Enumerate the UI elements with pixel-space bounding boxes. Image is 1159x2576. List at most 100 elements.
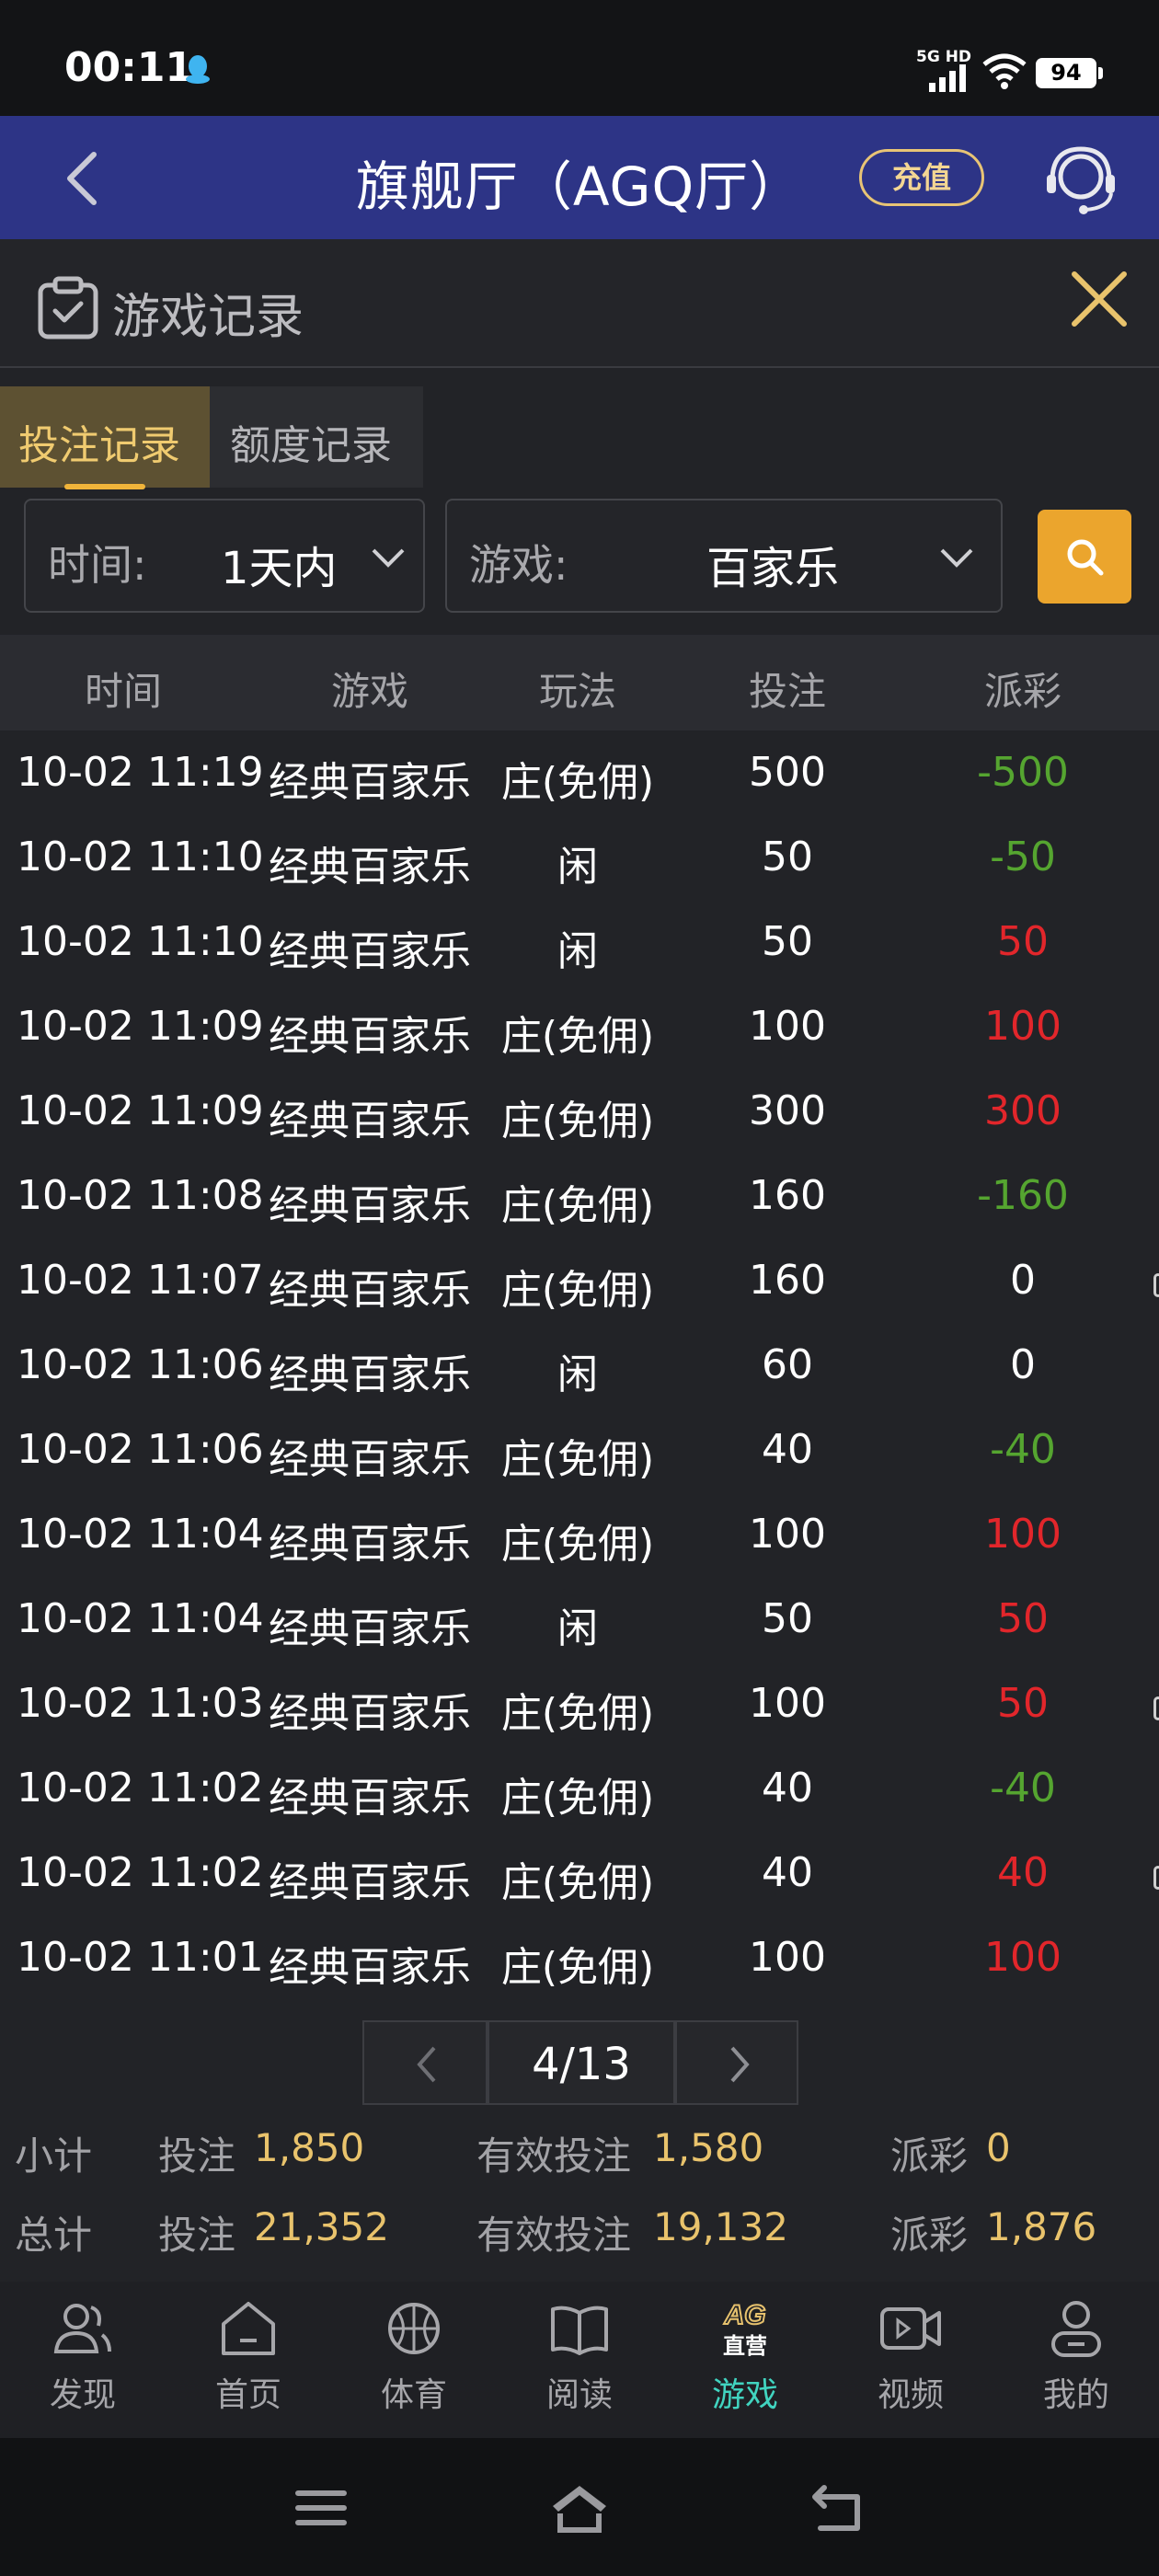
cell-payout: 50 xyxy=(997,1595,1049,1642)
search-button[interactable] xyxy=(1038,510,1131,604)
time-filter-value: 1天内 xyxy=(221,543,338,594)
ag-badge-subtext: 直营 xyxy=(723,2333,767,2359)
cell-bet: 40 xyxy=(762,1426,813,1473)
cell-time: 10-02 11:09 xyxy=(17,1003,264,1050)
people-icon xyxy=(53,2304,111,2353)
table-row: 10-02 11:08 经典百家乐 庄(免佣) 160 -160 xyxy=(0,1156,1159,1240)
chevron-down-icon xyxy=(940,548,973,568)
nav-item-games[interactable]: AG 直营 游戏 xyxy=(676,2296,814,2425)
nav-item-video[interactable]: 视频 xyxy=(842,2296,980,2425)
cell-play: 庄(免佣) xyxy=(500,1013,655,1060)
cell-play: 庄(免佣) xyxy=(500,1859,655,1906)
back-button-icon[interactable] xyxy=(806,2480,870,2536)
cell-game: 经典百家乐 xyxy=(269,1859,471,1906)
cell-time: 10-02 11:09 xyxy=(17,1087,264,1134)
cell-time: 10-02 11:04 xyxy=(17,1511,264,1558)
detail-indicator xyxy=(1153,1866,1159,1890)
next-page-button[interactable] xyxy=(675,2020,798,2105)
cell-game: 经典百家乐 xyxy=(269,1605,471,1652)
cell-play: 庄(免佣) xyxy=(500,1521,655,1568)
nav-label-profile: 我的 xyxy=(1042,2376,1109,2414)
cell-game: 经典百家乐 xyxy=(269,928,471,975)
cell-bet: 50 xyxy=(762,1595,813,1642)
cell-play: 庄(免佣) xyxy=(500,759,655,806)
column-header-payout: 派彩 xyxy=(983,669,1062,714)
table-row: 10-02 11:19 经典百家乐 庄(免佣) 500 -500 xyxy=(0,732,1159,817)
video-icon xyxy=(880,2307,941,2350)
cell-payout: 100 xyxy=(984,1003,1061,1050)
prev-page-button[interactable] xyxy=(362,2020,488,2105)
page-title: 旗舰厅（AGQ厅） xyxy=(355,155,804,218)
cell-game: 经典百家乐 xyxy=(269,1182,471,1229)
menu-icon[interactable] xyxy=(289,2480,353,2536)
clipboard-check-icon xyxy=(38,276,98,339)
tab-bet-records-label: 投注记录 xyxy=(18,422,180,469)
cell-payout: -40 xyxy=(990,1426,1056,1473)
table-row: 10-02 11:04 经典百家乐 闲 50 50 xyxy=(0,1579,1159,1663)
cell-bet: 500 xyxy=(749,749,826,796)
cell-play: 庄(免佣) xyxy=(500,1775,655,1822)
customer-service-icon[interactable] xyxy=(1043,144,1119,215)
table-row: 10-02 11:09 经典百家乐 庄(免佣) 300 300 xyxy=(0,1071,1159,1156)
column-header-play: 玩法 xyxy=(538,669,617,714)
home-icon xyxy=(222,2302,275,2355)
tab-quota-records[interactable]: 额度记录 xyxy=(210,386,423,488)
nav-label-games: 游戏 xyxy=(711,2376,778,2414)
table-row: 10-02 11:01 经典百家乐 庄(免佣) 100 100 xyxy=(0,1917,1159,2002)
cell-play: 闲 xyxy=(557,844,598,891)
cell-bet: 50 xyxy=(762,834,813,880)
subtotal-valid-label: 有效投注 xyxy=(476,2133,632,2179)
nav-item-discover[interactable]: 发现 xyxy=(14,2296,152,2425)
cell-payout: 100 xyxy=(984,1934,1061,1981)
cell-play: 庄(免佣) xyxy=(500,1267,655,1314)
tab-bet-records[interactable]: 投注记录 xyxy=(0,386,210,489)
time-filter-select[interactable]: 时间: 1天内 xyxy=(24,499,425,613)
cell-payout: 100 xyxy=(984,1511,1061,1558)
nav-item-profile[interactable]: 我的 xyxy=(1007,2296,1145,2425)
nav-label-home: 首页 xyxy=(214,2376,281,2414)
game-filter-select[interactable]: 游戏: 百家乐 xyxy=(445,499,1003,613)
table-row: 10-02 11:06 经典百家乐 庄(免佣) 40 -40 xyxy=(0,1409,1159,1494)
cell-time: 10-02 11:04 xyxy=(17,1595,264,1642)
cell-bet: 100 xyxy=(749,1003,826,1050)
cell-game: 经典百家乐 xyxy=(269,1267,471,1314)
detail-indicator xyxy=(1153,1696,1159,1720)
basketball-icon xyxy=(388,2303,440,2354)
table-row: 10-02 11:10 经典百家乐 闲 50 50 xyxy=(0,902,1159,986)
search-icon xyxy=(1067,539,1104,576)
total-bet-value: 21,352 xyxy=(254,2204,389,2249)
total-label: 总计 xyxy=(15,2213,93,2258)
cell-game: 经典百家乐 xyxy=(269,1775,471,1822)
cell-time: 10-02 11:07 xyxy=(17,1257,264,1304)
cell-play: 闲 xyxy=(557,1605,598,1652)
nav-item-reading[interactable]: 阅读 xyxy=(511,2296,648,2425)
cell-bet: 100 xyxy=(749,1680,826,1727)
cell-time: 10-02 11:10 xyxy=(17,918,264,965)
column-header-time: 时间 xyxy=(84,669,163,714)
cell-play: 闲 xyxy=(557,928,598,975)
status-clock: 00:11 xyxy=(64,44,194,91)
nav-item-home[interactable]: 首页 xyxy=(179,2296,317,2425)
table-row: 10-02 11:02 经典百家乐 庄(免佣) 40 -40 xyxy=(0,1748,1159,1833)
recharge-button[interactable]: 充值 xyxy=(859,149,984,206)
total-valid-value: 19,132 xyxy=(653,2204,788,2249)
cell-game: 经典百家乐 xyxy=(269,1351,471,1398)
cell-play: 庄(免佣) xyxy=(500,1098,655,1144)
cell-bet: 40 xyxy=(762,1765,813,1811)
cell-game: 经典百家乐 xyxy=(269,844,471,891)
cell-payout: 300 xyxy=(984,1087,1061,1134)
game-filter-value: 百家乐 xyxy=(706,543,840,594)
subtotal-label: 小计 xyxy=(15,2133,93,2179)
cell-payout: -40 xyxy=(990,1765,1056,1811)
total-payout-label: 派彩 xyxy=(890,2213,969,2258)
nav-label-reading: 阅读 xyxy=(545,2376,613,2414)
app-header: 旗舰厅（AGQ厅） 充值 xyxy=(0,116,1159,239)
close-icon[interactable] xyxy=(1069,269,1130,329)
cell-game: 经典百家乐 xyxy=(269,1521,471,1568)
home-button-icon[interactable] xyxy=(547,2480,612,2536)
table-row: 10-02 11:04 经典百家乐 庄(免佣) 100 100 xyxy=(0,1494,1159,1579)
cell-payout: -50 xyxy=(990,834,1056,880)
nav-item-sports[interactable]: 体育 xyxy=(345,2296,483,2425)
cell-time: 10-02 11:10 xyxy=(17,834,264,880)
page-indicator: 4/13 xyxy=(488,2020,675,2105)
